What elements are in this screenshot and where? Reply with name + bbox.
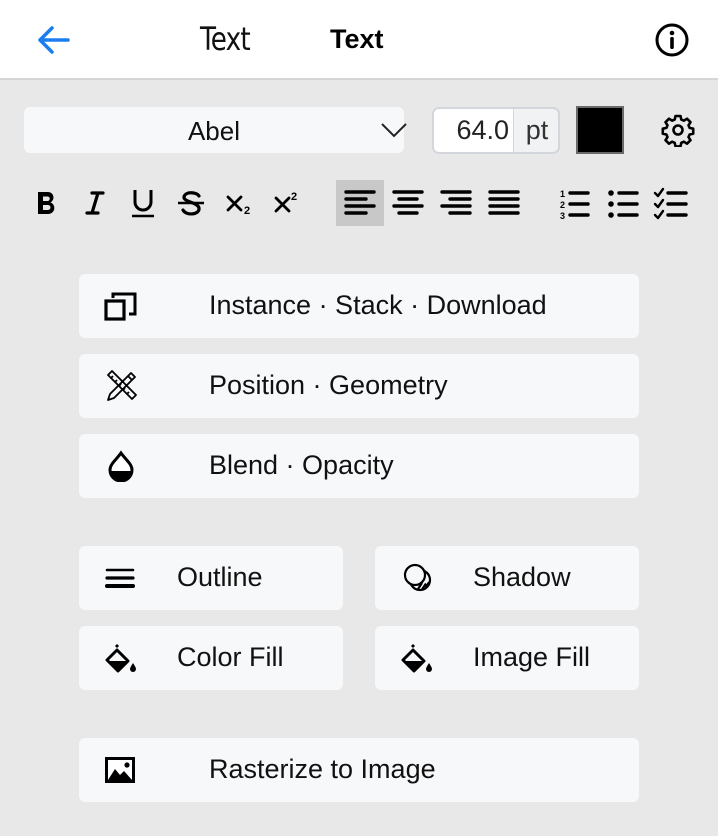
drop-icon — [108, 450, 134, 482]
svg-text:2: 2 — [244, 205, 250, 217]
align-center-button[interactable] — [384, 180, 432, 226]
align-justify-icon — [488, 190, 520, 215]
info-circle-icon — [655, 23, 689, 57]
font-family-dropdown[interactable]: Abel — [24, 107, 407, 153]
color-fill-label: Color Fill — [177, 642, 284, 672]
font-family-value: Abel — [187, 116, 241, 146]
svg-text:1: 1 — [560, 189, 565, 199]
align-right-button[interactable] — [432, 180, 480, 226]
subscript-icon: 2 — [226, 195, 250, 217]
chevron-down-icon — [381, 123, 407, 138]
arrow-left-icon — [38, 26, 70, 54]
font-preview-title: Text — [200, 20, 251, 58]
underline-icon — [132, 190, 154, 218]
blend-opacity-label: Blend · Opacity — [209, 450, 394, 480]
align-right-icon — [440, 190, 472, 215]
page-title: Text — [330, 24, 384, 54]
underline-button[interactable] — [120, 180, 166, 226]
align-left-button[interactable] — [336, 180, 384, 226]
strikethrough-icon — [178, 191, 204, 216]
bold-icon — [38, 192, 55, 215]
superscript-icon: 2 — [274, 191, 297, 213]
subscript-button[interactable]: 2 — [216, 180, 262, 226]
image-fill-label: Image Fill — [473, 642, 591, 672]
font-size-unit: pt — [525, 115, 549, 145]
position-geometry-label: Position · Geometry — [209, 370, 448, 400]
paint-bucket-icon — [105, 643, 136, 673]
text-color-swatch[interactable] — [576, 106, 624, 154]
back-button[interactable] — [34, 20, 74, 60]
position-geometry-button[interactable]: Position · Geometry — [79, 354, 639, 418]
header: Text Text — [0, 0, 718, 80]
bold-button[interactable] — [24, 180, 70, 226]
checklist-button[interactable] — [648, 180, 694, 226]
lines-icon — [105, 568, 135, 588]
align-left-icon — [344, 190, 376, 215]
image-fill-button[interactable]: Image Fill — [375, 626, 639, 690]
info-button[interactable] — [654, 22, 690, 58]
svg-text:2: 2 — [291, 191, 297, 203]
bullet-list-button[interactable] — [600, 180, 646, 226]
superscript-button[interactable]: 2 — [264, 180, 310, 226]
italic-icon — [85, 191, 105, 215]
font-size-input[interactable]: 64.0 — [434, 109, 514, 152]
rasterize-button[interactable]: Rasterize to Image — [79, 738, 639, 802]
image-icon — [105, 757, 135, 783]
paint-bucket-icon — [401, 643, 432, 673]
strikethrough-button[interactable] — [168, 180, 214, 226]
pencil-ruler-icon — [107, 370, 137, 401]
svg-text:2: 2 — [560, 200, 565, 210]
shadow-button[interactable]: Shadow — [375, 546, 639, 610]
shadow-icon — [403, 563, 432, 592]
align-center-icon — [392, 190, 424, 215]
gear-icon — [661, 114, 695, 148]
numbered-list-icon: 1 2 3 — [560, 189, 590, 220]
svg-text:3: 3 — [560, 211, 565, 220]
font-size-field[interactable]: 64.0 pt — [432, 107, 560, 154]
instance-stack-download-label: Instance · Stack · Download — [209, 290, 547, 320]
align-justify-button[interactable] — [480, 180, 528, 226]
outline-label: Outline — [177, 562, 263, 592]
outline-button[interactable]: Outline — [79, 546, 343, 610]
shadow-label: Shadow — [473, 562, 571, 592]
color-fill-button[interactable]: Color Fill — [79, 626, 343, 690]
blend-opacity-button[interactable]: Blend · Opacity — [79, 434, 639, 498]
numbered-list-button[interactable]: 1 2 3 — [552, 180, 598, 226]
instance-stack-download-button[interactable]: Instance · Stack · Download — [79, 274, 639, 338]
duplicate-icon — [104, 292, 137, 321]
italic-button[interactable] — [72, 180, 118, 226]
bullet-list-icon — [608, 190, 639, 218]
checklist-icon — [653, 187, 688, 220]
text-settings-button[interactable] — [661, 113, 695, 148]
rasterize-label: Rasterize to Image — [209, 754, 436, 784]
